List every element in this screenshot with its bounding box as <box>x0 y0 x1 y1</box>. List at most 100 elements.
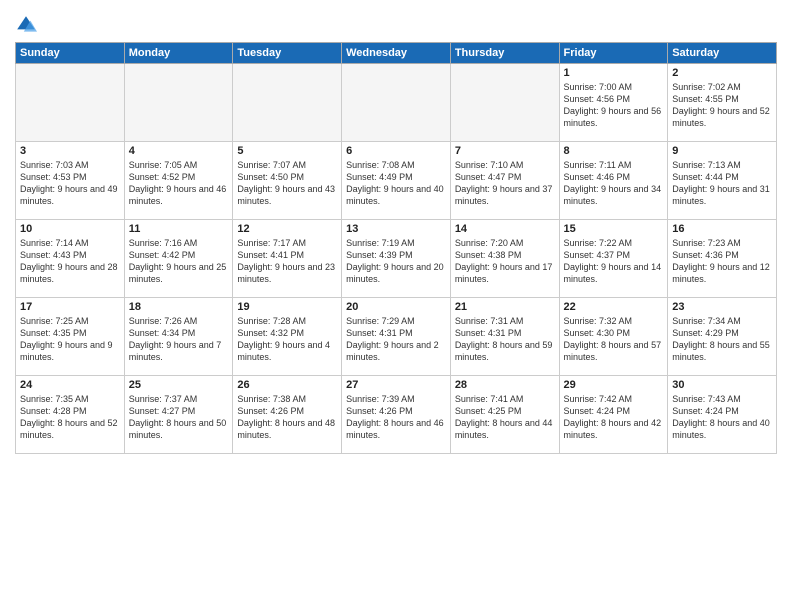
calendar-cell: 20 Sunrise: 7:29 AM Sunset: 4:31 PM Dayli… <box>342 298 451 376</box>
calendar-cell: 26 Sunrise: 7:38 AM Sunset: 4:26 PM Dayli… <box>233 376 342 454</box>
cell-info: Sunrise: 7:26 AM Sunset: 4:34 PM Dayligh… <box>129 315 229 364</box>
day-number: 4 <box>129 145 229 157</box>
calendar-cell: 23Sunrise: 7:34 AM Sunset: 4:29 PM Dayli… <box>668 298 777 376</box>
day-number: 8 <box>564 145 664 157</box>
cell-info: Sunrise: 7:22 AM Sunset: 4:37 PM Dayligh… <box>564 237 664 286</box>
calendar-cell: 12 Sunrise: 7:17 AM Sunset: 4:41 PM Dayli… <box>233 220 342 298</box>
cell-info: Sunrise: 7:07 AM Sunset: 4:50 PM Dayligh… <box>237 159 337 208</box>
calendar-cell: 14 Sunrise: 7:20 AM Sunset: 4:38 PM Dayli… <box>450 220 559 298</box>
calendar-cell: 2 Sunrise: 7:02 AM Sunset: 4:55 PM Daylig… <box>668 64 777 142</box>
day-number: 20 <box>346 301 446 313</box>
cell-info: Sunrise: 7:08 AM Sunset: 4:49 PM Dayligh… <box>346 159 446 208</box>
day-number: 5 <box>237 145 337 157</box>
calendar-cell: 4 Sunrise: 7:05 AM Sunset: 4:52 PM Daylig… <box>124 142 233 220</box>
cell-info: Sunrise: 7:28 AM Sunset: 4:32 PM Dayligh… <box>237 315 337 364</box>
day-number: 18 <box>129 301 229 313</box>
col-header-friday: Friday <box>559 43 668 64</box>
day-number: 21 <box>455 301 555 313</box>
day-number: 1 <box>564 67 664 79</box>
day-number: 26 <box>237 379 337 391</box>
cell-info: Sunrise: 7:05 AM Sunset: 4:52 PM Dayligh… <box>129 159 229 208</box>
logo-icon <box>15 14 37 36</box>
col-header-sunday: Sunday <box>16 43 125 64</box>
cell-info: Sunrise: 7:43 AM Sunset: 4:24 PM Dayligh… <box>672 393 772 442</box>
cell-info: Sunrise: 7:17 AM Sunset: 4:41 PM Dayligh… <box>237 237 337 286</box>
col-header-tuesday: Tuesday <box>233 43 342 64</box>
cell-info: Sunrise: 7:35 AM Sunset: 4:28 PM Dayligh… <box>20 393 120 442</box>
calendar-cell <box>450 64 559 142</box>
cell-info: Sunrise: 7:10 AM Sunset: 4:47 PM Dayligh… <box>455 159 555 208</box>
calendar-cell: 29Sunrise: 7:42 AM Sunset: 4:24 PM Dayli… <box>559 376 668 454</box>
day-number: 19 <box>237 301 337 313</box>
calendar-cell: 15 Sunrise: 7:22 AM Sunset: 4:37 PM Dayli… <box>559 220 668 298</box>
calendar-cell: 6 Sunrise: 7:08 AM Sunset: 4:49 PM Daylig… <box>342 142 451 220</box>
calendar-cell <box>342 64 451 142</box>
col-header-thursday: Thursday <box>450 43 559 64</box>
page: SundayMondayTuesdayWednesdayThursdayFrid… <box>0 0 792 612</box>
cell-info: Sunrise: 7:00 AM Sunset: 4:56 PM Dayligh… <box>564 81 664 130</box>
cell-info: Sunrise: 7:13 AM Sunset: 4:44 PM Dayligh… <box>672 159 772 208</box>
cell-info: Sunrise: 7:38 AM Sunset: 4:26 PM Dayligh… <box>237 393 337 442</box>
cell-info: Sunrise: 7:14 AM Sunset: 4:43 PM Dayligh… <box>20 237 120 286</box>
day-number: 29 <box>564 379 664 391</box>
calendar-cell: 9 Sunrise: 7:13 AM Sunset: 4:44 PM Daylig… <box>668 142 777 220</box>
day-number: 3 <box>20 145 120 157</box>
cell-info: Sunrise: 7:41 AM Sunset: 4:25 PM Dayligh… <box>455 393 555 442</box>
day-number: 24 <box>20 379 120 391</box>
week-row-3: 10 Sunrise: 7:14 AM Sunset: 4:43 PM Dayli… <box>16 220 777 298</box>
calendar-cell: 7 Sunrise: 7:10 AM Sunset: 4:47 PM Daylig… <box>450 142 559 220</box>
cell-info: Sunrise: 7:32 AM Sunset: 4:30 PM Dayligh… <box>564 315 664 364</box>
calendar-cell: 25Sunrise: 7:37 AM Sunset: 4:27 PM Dayli… <box>124 376 233 454</box>
week-row-1: 1 Sunrise: 7:00 AM Sunset: 4:56 PM Daylig… <box>16 64 777 142</box>
day-number: 22 <box>564 301 664 313</box>
day-number: 16 <box>672 223 772 235</box>
calendar-cell: 22 Sunrise: 7:32 AM Sunset: 4:30 PM Dayli… <box>559 298 668 376</box>
calendar-cell: 11Sunrise: 7:16 AM Sunset: 4:42 PM Dayli… <box>124 220 233 298</box>
calendar-cell: 16 Sunrise: 7:23 AM Sunset: 4:36 PM Dayli… <box>668 220 777 298</box>
day-number: 6 <box>346 145 446 157</box>
cell-info: Sunrise: 7:19 AM Sunset: 4:39 PM Dayligh… <box>346 237 446 286</box>
header <box>15 10 777 36</box>
day-number: 30 <box>672 379 772 391</box>
calendar-cell: 10 Sunrise: 7:14 AM Sunset: 4:43 PM Dayli… <box>16 220 125 298</box>
calendar-cell <box>16 64 125 142</box>
week-row-2: 3 Sunrise: 7:03 AM Sunset: 4:53 PM Daylig… <box>16 142 777 220</box>
day-number: 12 <box>237 223 337 235</box>
cell-info: Sunrise: 7:23 AM Sunset: 4:36 PM Dayligh… <box>672 237 772 286</box>
calendar-cell: 21Sunrise: 7:31 AM Sunset: 4:31 PM Dayli… <box>450 298 559 376</box>
cell-info: Sunrise: 7:25 AM Sunset: 4:35 PM Dayligh… <box>20 315 120 364</box>
day-number: 7 <box>455 145 555 157</box>
cell-info: Sunrise: 7:29 AM Sunset: 4:31 PM Dayligh… <box>346 315 446 364</box>
calendar-cell: 8Sunrise: 7:11 AM Sunset: 4:46 PM Daylig… <box>559 142 668 220</box>
calendar-cell: 13Sunrise: 7:19 AM Sunset: 4:39 PM Dayli… <box>342 220 451 298</box>
calendar-cell <box>124 64 233 142</box>
calendar-cell: 27 Sunrise: 7:39 AM Sunset: 4:26 PM Dayli… <box>342 376 451 454</box>
calendar-cell <box>233 64 342 142</box>
header-row: SundayMondayTuesdayWednesdayThursdayFrid… <box>16 43 777 64</box>
day-number: 2 <box>672 67 772 79</box>
col-header-wednesday: Wednesday <box>342 43 451 64</box>
day-number: 25 <box>129 379 229 391</box>
day-number: 27 <box>346 379 446 391</box>
day-number: 15 <box>564 223 664 235</box>
calendar-cell: 1 Sunrise: 7:00 AM Sunset: 4:56 PM Daylig… <box>559 64 668 142</box>
day-number: 9 <box>672 145 772 157</box>
week-row-4: 17Sunrise: 7:25 AM Sunset: 4:35 PM Dayli… <box>16 298 777 376</box>
cell-info: Sunrise: 7:39 AM Sunset: 4:26 PM Dayligh… <box>346 393 446 442</box>
day-number: 10 <box>20 223 120 235</box>
day-number: 28 <box>455 379 555 391</box>
cell-info: Sunrise: 7:16 AM Sunset: 4:42 PM Dayligh… <box>129 237 229 286</box>
cell-info: Sunrise: 7:34 AM Sunset: 4:29 PM Dayligh… <box>672 315 772 364</box>
calendar-cell: 5 Sunrise: 7:07 AM Sunset: 4:50 PM Daylig… <box>233 142 342 220</box>
calendar-cell: 30 Sunrise: 7:43 AM Sunset: 4:24 PM Dayli… <box>668 376 777 454</box>
calendar-cell: 19 Sunrise: 7:28 AM Sunset: 4:32 PM Dayli… <box>233 298 342 376</box>
day-number: 14 <box>455 223 555 235</box>
col-header-saturday: Saturday <box>668 43 777 64</box>
calendar-cell: 18 Sunrise: 7:26 AM Sunset: 4:34 PM Dayli… <box>124 298 233 376</box>
cell-info: Sunrise: 7:02 AM Sunset: 4:55 PM Dayligh… <box>672 81 772 130</box>
cell-info: Sunrise: 7:03 AM Sunset: 4:53 PM Dayligh… <box>20 159 120 208</box>
cell-info: Sunrise: 7:20 AM Sunset: 4:38 PM Dayligh… <box>455 237 555 286</box>
week-row-5: 24 Sunrise: 7:35 AM Sunset: 4:28 PM Dayli… <box>16 376 777 454</box>
calendar-cell: 28 Sunrise: 7:41 AM Sunset: 4:25 PM Dayli… <box>450 376 559 454</box>
calendar-cell: 17Sunrise: 7:25 AM Sunset: 4:35 PM Dayli… <box>16 298 125 376</box>
